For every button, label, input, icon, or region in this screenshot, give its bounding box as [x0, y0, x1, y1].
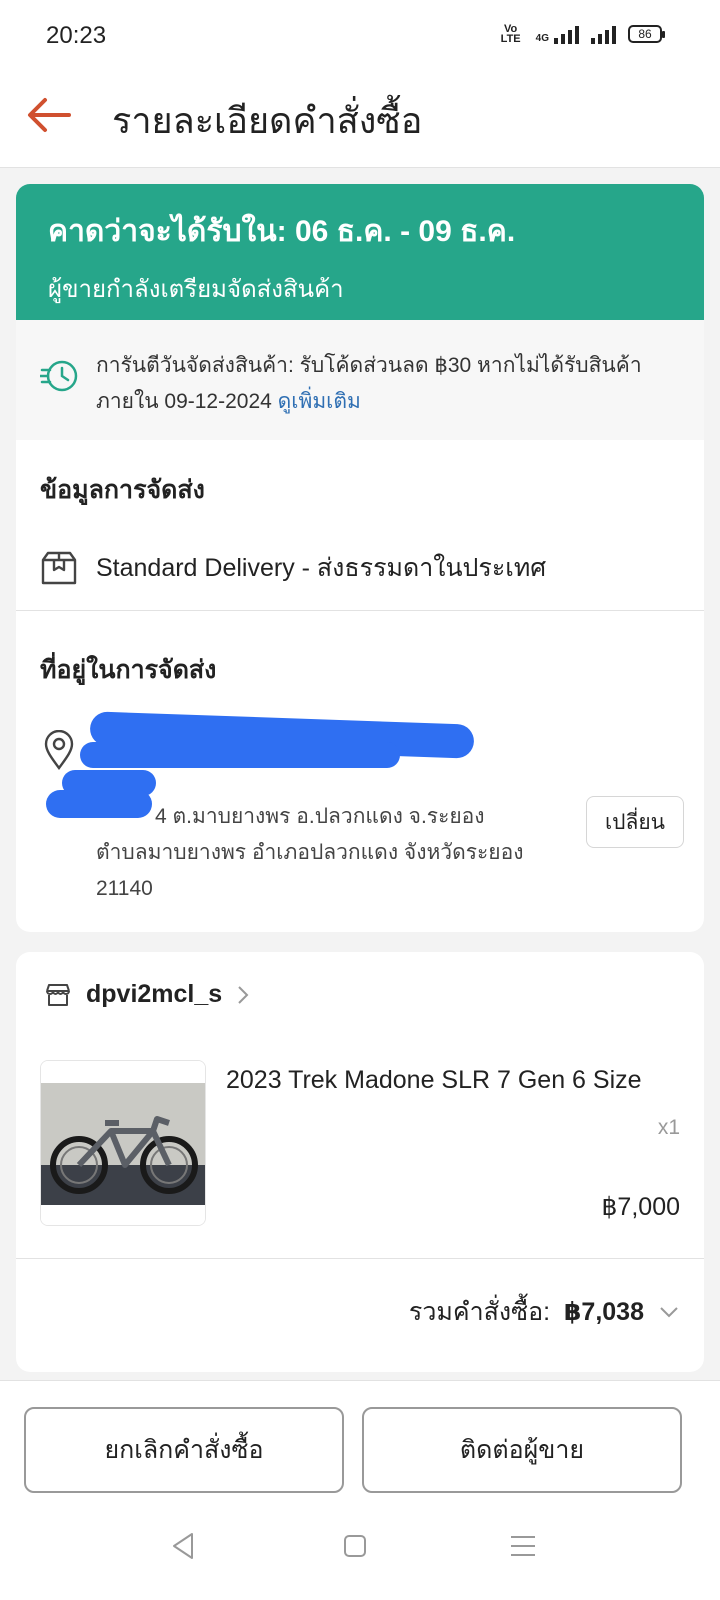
status-icons: Vo LTE 4G 86 — [498, 23, 665, 45]
shop-icon — [46, 983, 70, 1006]
shipping-method: Standard Delivery - ส่งธรรมดาในประเทศ — [96, 554, 547, 582]
shop-name: dpvi2mcl_s — [86, 980, 223, 1008]
chevron-right-icon — [238, 985, 249, 1004]
address-title: ที่อยู่ในการจัดส่ง — [40, 656, 217, 684]
volte-icon: Vo LTE — [500, 23, 521, 45]
change-address-button[interactable]: เปลี่ยน — [586, 796, 684, 848]
bottom-action-bar: ยกเลิกคำสั่งซื้อ ติดต่อผู้ขาย — [0, 1380, 720, 1600]
eta-status: ผู้ขายกำลังเตรียมจัดส่งสินค้า — [48, 276, 344, 303]
package-icon — [41, 551, 77, 585]
divider — [16, 610, 704, 611]
address-line-full: ตำบลมาบยางพร อำเภอปลวกแดง จังหวัดระยอง 2… — [96, 841, 524, 900]
delivery-guarantee[interactable]: การันตีวันจัดส่งสินค้า: รับโค้ดส่วนลด ฿3… — [16, 320, 704, 440]
nav-menu-icon[interactable] — [508, 1531, 538, 1561]
battery-icon: 86 — [628, 25, 665, 43]
cancel-order-button[interactable]: ยกเลิกคำสั่งซื้อ — [24, 1407, 344, 1493]
order-total-row[interactable]: รวมคำสั่งซื้อ: ฿7,038 — [409, 1292, 680, 1332]
nav-home-icon[interactable] — [340, 1531, 370, 1561]
divider — [16, 1258, 704, 1259]
delivery-eta-banner: คาดว่าจะได้รับใน: 06 ธ.ค. - 09 ธ.ค. ผู้ข… — [16, 184, 704, 320]
product-image[interactable] — [40, 1060, 206, 1226]
eta-text: คาดว่าจะได้รับใน: 06 ธ.ค. - 09 ธ.ค. — [48, 215, 516, 248]
page-title: รายละเอียดคำสั่งซื้อ — [112, 100, 423, 141]
chevron-down-icon — [660, 1307, 678, 1318]
back-button[interactable] — [22, 88, 76, 142]
nav-back-icon[interactable] — [168, 1531, 198, 1561]
system-nav-bar — [0, 1531, 720, 1571]
address-line-partial: 4 ต.มาบยางพร อ.ปลวกแดง จ.ระยอง — [155, 805, 485, 828]
fast-clock-icon — [40, 360, 78, 392]
shop-row[interactable]: dpvi2mcl_s — [44, 980, 250, 1009]
mobile-signal-icon: 4G — [536, 24, 579, 44]
redaction-mark — [80, 742, 400, 768]
location-pin-icon — [44, 730, 74, 770]
guarantee-text: การันตีวันจัดส่งสินค้า: รับโค้ดส่วนลด ฿3… — [96, 354, 642, 413]
arrow-left-icon — [28, 98, 71, 132]
shipping-method-row: Standard Delivery - ส่งธรรมดาในประเทศ — [40, 548, 546, 588]
app-bar: รายละเอียดคำสั่งซื้อ — [0, 72, 720, 168]
product-price: ฿7,000 — [601, 1193, 680, 1221]
status-time: 20:23 — [46, 22, 107, 49]
product-name[interactable]: 2023 Trek Madone SLR 7 Gen 6 Size — [226, 1066, 686, 1095]
order-total-label: รวมคำสั่งซื้อ: — [408, 1298, 551, 1326]
order-card: dpvi2mcl_s 2023 Trek Madone SLR 7 Gen 6 … — [16, 952, 704, 1372]
product-quantity: x1 — [657, 1116, 680, 1139]
signal-strength-icon — [591, 24, 616, 44]
shipping-info-title: ข้อมูลการจัดส่ง — [40, 476, 205, 504]
redaction-mark — [46, 790, 152, 818]
contact-seller-button[interactable]: ติดต่อผู้ขาย — [362, 1407, 682, 1493]
see-more-link[interactable]: ดูเพิ่มเติม — [278, 390, 361, 413]
order-total-value: ฿7,038 — [564, 1298, 644, 1326]
status-bar: 20:23 Vo LTE 4G 86 — [0, 0, 720, 72]
